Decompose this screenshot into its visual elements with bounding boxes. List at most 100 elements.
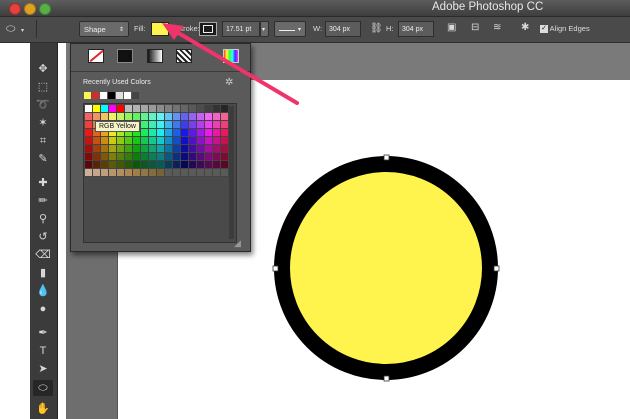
color-swatch[interactable]: [149, 161, 157, 169]
solid-color-button[interactable]: [117, 49, 133, 63]
brush-tool-icon[interactable]: ✏: [33, 193, 53, 209]
color-swatch[interactable]: [109, 153, 117, 161]
color-swatch[interactable]: [141, 145, 149, 153]
color-swatch[interactable]: [181, 161, 189, 169]
tool-mode-select[interactable]: Shape ⇕: [79, 21, 129, 37]
color-swatch[interactable]: [213, 137, 221, 145]
color-swatch[interactable]: [221, 129, 229, 137]
color-swatch[interactable]: [165, 169, 173, 177]
color-swatch[interactable]: [197, 129, 205, 137]
color-swatch[interactable]: [141, 161, 149, 169]
color-swatch[interactable]: [149, 153, 157, 161]
color-swatch[interactable]: [101, 145, 109, 153]
gear-icon[interactable]: ✱: [521, 23, 529, 33]
height-field[interactable]: 304 px: [398, 21, 434, 37]
color-swatch[interactable]: [93, 137, 101, 145]
color-swatch[interactable]: [101, 161, 109, 169]
path-selection-tool-icon[interactable]: ➤: [33, 361, 53, 377]
minimize-window-button[interactable]: [24, 3, 36, 15]
color-swatch[interactable]: [149, 137, 157, 145]
color-swatch[interactable]: [157, 169, 165, 177]
lasso-tool-icon[interactable]: ➰: [33, 97, 53, 113]
color-swatch[interactable]: [85, 121, 93, 129]
color-swatch[interactable]: [85, 105, 93, 113]
color-swatch[interactable]: [133, 169, 141, 177]
recent-color-swatch[interactable]: [100, 92, 107, 99]
path-operations-icon[interactable]: ▣: [447, 23, 456, 33]
path-alignment-icon[interactable]: ⊟: [471, 23, 479, 33]
link-icon[interactable]: ⛓: [370, 24, 383, 34]
color-swatch[interactable]: [189, 169, 197, 177]
color-swatch[interactable]: [109, 145, 117, 153]
color-swatch[interactable]: [117, 137, 125, 145]
color-swatch[interactable]: [189, 137, 197, 145]
scrollbar[interactable]: [229, 106, 234, 239]
color-swatch[interactable]: [85, 129, 93, 137]
color-swatch[interactable]: [133, 153, 141, 161]
color-swatch[interactable]: [125, 153, 133, 161]
color-swatch[interactable]: [109, 161, 117, 169]
color-swatch[interactable]: [213, 145, 221, 153]
color-swatch[interactable]: [197, 137, 205, 145]
color-swatch[interactable]: [173, 129, 181, 137]
color-swatch[interactable]: [93, 153, 101, 161]
color-swatch[interactable]: [173, 145, 181, 153]
color-swatch[interactable]: [117, 153, 125, 161]
color-swatch[interactable]: [157, 161, 165, 169]
color-swatch[interactable]: [85, 161, 93, 169]
color-swatch[interactable]: [125, 161, 133, 169]
color-swatch[interactable]: [165, 137, 173, 145]
no-color-button[interactable]: [88, 49, 104, 63]
color-swatch[interactable]: [109, 169, 117, 177]
marquee-tool-icon[interactable]: ⬚: [33, 79, 53, 95]
color-swatch[interactable]: [181, 113, 189, 121]
color-swatch[interactable]: [101, 137, 109, 145]
color-swatch[interactable]: [173, 121, 181, 129]
color-swatch[interactable]: [157, 129, 165, 137]
color-swatch[interactable]: [109, 137, 117, 145]
color-swatch[interactable]: [101, 153, 109, 161]
color-swatch[interactable]: [181, 145, 189, 153]
hand-tool-icon[interactable]: ✋: [33, 401, 53, 417]
color-swatch[interactable]: [93, 145, 101, 153]
color-swatch[interactable]: [133, 137, 141, 145]
color-swatch[interactable]: [109, 105, 117, 113]
history-brush-tool-icon[interactable]: ↺: [33, 229, 53, 245]
ellipse-shape[interactable]: [270, 152, 502, 384]
chevron-down-icon[interactable]: ▾: [21, 26, 24, 36]
color-swatch[interactable]: [221, 121, 229, 129]
color-swatch[interactable]: [141, 153, 149, 161]
color-swatch[interactable]: [165, 129, 173, 137]
color-swatch[interactable]: [101, 113, 109, 121]
recent-color-swatch[interactable]: [132, 92, 139, 99]
color-swatch[interactable]: [173, 113, 181, 121]
color-swatch[interactable]: [149, 145, 157, 153]
color-swatch[interactable]: [141, 129, 149, 137]
color-swatch[interactable]: [117, 113, 125, 121]
resize-grip-icon[interactable]: ◢: [234, 238, 241, 249]
color-swatch[interactable]: [213, 169, 221, 177]
color-swatch[interactable]: [85, 169, 93, 177]
color-swatch[interactable]: [205, 121, 213, 129]
color-swatch[interactable]: [181, 169, 189, 177]
color-swatch[interactable]: [157, 145, 165, 153]
recent-color-swatch[interactable]: [84, 92, 91, 99]
anchor-point-top[interactable]: [383, 154, 390, 161]
color-swatch[interactable]: [213, 153, 221, 161]
color-swatch[interactable]: [205, 137, 213, 145]
color-swatch[interactable]: [197, 169, 205, 177]
color-swatch[interactable]: [173, 153, 181, 161]
close-window-button[interactable]: [9, 3, 21, 15]
color-swatch[interactable]: [85, 113, 93, 121]
color-swatch[interactable]: [221, 161, 229, 169]
color-swatch[interactable]: [109, 113, 117, 121]
eraser-tool-icon[interactable]: ⌫: [33, 247, 53, 263]
color-swatch[interactable]: [157, 121, 165, 129]
color-swatch[interactable]: [181, 121, 189, 129]
color-swatch[interactable]: [205, 113, 213, 121]
color-swatch[interactable]: [205, 169, 213, 177]
color-swatch[interactable]: [125, 113, 133, 121]
recent-color-swatch[interactable]: [92, 92, 99, 99]
color-swatch[interactable]: [221, 169, 229, 177]
color-swatch[interactable]: [141, 113, 149, 121]
